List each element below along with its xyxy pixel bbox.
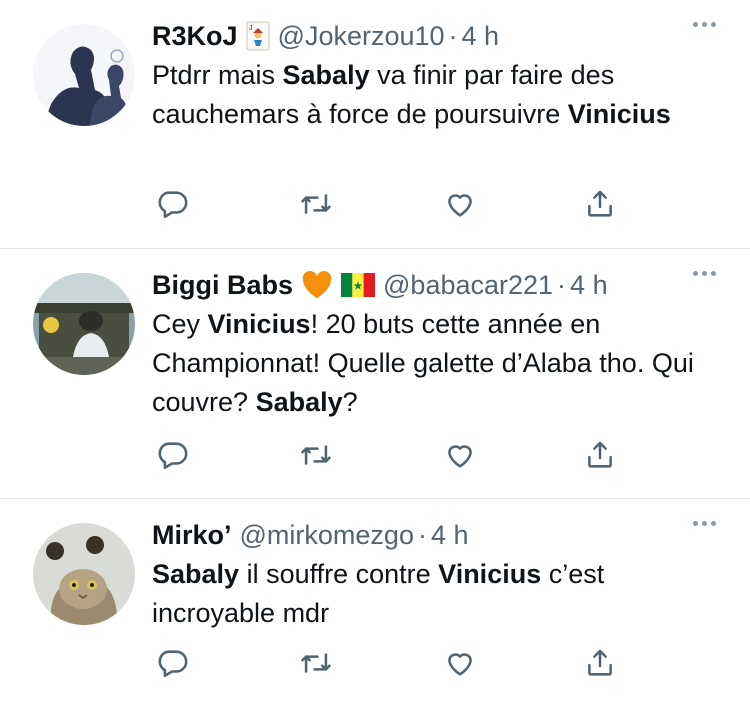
joker-card-icon: J bbox=[246, 21, 270, 51]
like-icon[interactable] bbox=[440, 184, 480, 224]
tweet-header: R3KoJ J @Jokerzou10 · 4 h bbox=[152, 16, 499, 56]
share-icon[interactable] bbox=[580, 643, 620, 683]
display-name[interactable]: Mirko’ bbox=[152, 520, 232, 551]
tweet[interactable]: Biggi Babs @babacar221 · 4 h Cey Viniciu… bbox=[0, 248, 750, 498]
tweet-actions bbox=[152, 643, 632, 683]
tweet[interactable]: R3KoJ J @Jokerzou10 · 4 h Ptdrr mais Sab… bbox=[0, 0, 750, 248]
orange-heart-icon bbox=[301, 270, 333, 300]
tweet-text: Ptdrr mais Sabaly va finir par faire des… bbox=[152, 56, 722, 134]
timestamp[interactable]: 4 h bbox=[570, 270, 608, 301]
display-name[interactable]: R3KoJ bbox=[152, 21, 238, 52]
mention-name: Sabaly bbox=[255, 387, 343, 417]
reply-icon[interactable] bbox=[152, 435, 192, 475]
more-options-icon[interactable] bbox=[693, 22, 716, 27]
text-segment: il souffre contre bbox=[239, 559, 439, 589]
share-icon[interactable] bbox=[580, 435, 620, 475]
tweet-actions bbox=[152, 184, 632, 224]
user-handle[interactable]: @mirkomezgo bbox=[240, 520, 414, 551]
separator-dot: · bbox=[417, 519, 427, 550]
avatar[interactable] bbox=[33, 523, 135, 625]
svg-text:J: J bbox=[249, 25, 253, 32]
more-options-icon[interactable] bbox=[693, 521, 716, 526]
tweet[interactable]: Mirko’ @mirkomezgo · 4 h Sabaly il souff… bbox=[0, 498, 750, 704]
tweet-actions bbox=[152, 435, 632, 475]
tweet-header: Mirko’ @mirkomezgo · 4 h bbox=[152, 515, 469, 555]
like-icon[interactable] bbox=[440, 435, 480, 475]
timestamp[interactable]: 4 h bbox=[462, 21, 500, 52]
retweet-icon[interactable] bbox=[296, 643, 336, 683]
tweet-text: Cey Vinicius! 20 buts cette année en Cha… bbox=[152, 305, 722, 422]
share-icon[interactable] bbox=[580, 184, 620, 224]
senegal-flag-icon bbox=[341, 273, 376, 297]
retweet-icon[interactable] bbox=[296, 184, 336, 224]
user-handle[interactable]: @Jokerzou10 bbox=[278, 21, 445, 52]
reply-icon[interactable] bbox=[152, 184, 192, 224]
text-segment: Cey bbox=[152, 309, 208, 339]
separator-dot: · bbox=[557, 269, 567, 300]
avatar[interactable] bbox=[33, 24, 135, 126]
display-name[interactable]: Biggi Babs bbox=[152, 270, 293, 301]
timestamp[interactable]: 4 h bbox=[431, 520, 469, 551]
mention-name: Vinicius bbox=[438, 559, 542, 589]
user-handle[interactable]: @babacar221 bbox=[383, 270, 553, 301]
mention-name: Sabaly bbox=[152, 559, 240, 589]
mention-name: Sabaly bbox=[282, 60, 370, 90]
like-icon[interactable] bbox=[440, 643, 480, 683]
retweet-icon[interactable] bbox=[296, 435, 336, 475]
more-options-icon[interactable] bbox=[693, 271, 716, 276]
tweet-text: Sabaly il souffre contre Vinicius c’est … bbox=[152, 555, 722, 633]
text-segment: ? bbox=[342, 387, 358, 417]
reply-icon[interactable] bbox=[152, 643, 192, 683]
avatar[interactable] bbox=[33, 273, 135, 375]
mention-name: Vinicius bbox=[207, 309, 311, 339]
mention-name: Vinicius bbox=[567, 99, 671, 129]
text-segment: Ptdrr mais bbox=[152, 60, 283, 90]
tweet-header: Biggi Babs @babacar221 · 4 h bbox=[152, 265, 608, 305]
separator-dot: · bbox=[448, 20, 458, 51]
